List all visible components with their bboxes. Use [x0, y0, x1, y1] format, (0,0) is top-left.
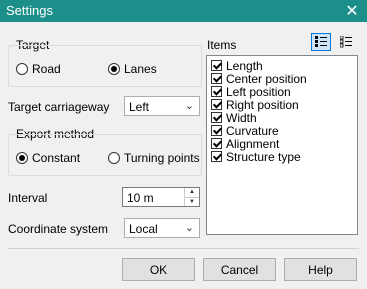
item-left-position[interactable]: Left position [207, 84, 357, 99]
target-carriageway-label: Target carriageway [8, 100, 110, 114]
items-label: Items [207, 38, 237, 52]
checkbox [211, 60, 222, 71]
item-curvature[interactable]: Curvature [207, 123, 357, 138]
select-value: Left [129, 100, 150, 114]
radio-circle [108, 152, 120, 164]
radio-label: Turning points [124, 151, 200, 165]
title-bar: Settings ✕ [0, 0, 367, 22]
item-label: Right position [226, 97, 299, 112]
checkbox [211, 112, 222, 123]
radio-circle-checked [108, 63, 120, 75]
items-list: Length Center position Left position Rig… [206, 55, 358, 235]
radio-circle [16, 63, 28, 75]
check-all-button[interactable] [311, 33, 331, 51]
settings-dialog: Settings ✕ Target Road Lanes Target carr… [0, 0, 367, 289]
interval-value: 10 m [127, 191, 154, 205]
ok-button[interactable]: OK [122, 258, 195, 281]
item-right-position[interactable]: Right position [207, 97, 357, 112]
check-all-icon [315, 36, 327, 47]
help-button[interactable]: Help [284, 258, 357, 281]
checkbox [211, 86, 222, 97]
item-label: Center position [226, 71, 307, 86]
radio-label: Road [32, 62, 61, 76]
checkbox [211, 125, 222, 136]
uncheck-all-icon [340, 36, 352, 48]
divider [8, 248, 359, 249]
window-title: Settings [6, 3, 53, 18]
interval-label: Interval [8, 191, 48, 205]
radio-circle-checked [16, 152, 28, 164]
item-label: Structure type [226, 149, 301, 164]
item-length[interactable]: Length [207, 58, 357, 73]
item-label: Left position [226, 84, 291, 99]
export-turning-points-radio[interactable]: Turning points [108, 151, 200, 165]
cancel-button[interactable]: Cancel [203, 258, 276, 281]
spin-down-icon[interactable]: ▼ [185, 198, 199, 207]
item-label: Curvature [226, 123, 279, 138]
item-width[interactable]: Width [207, 110, 357, 125]
uncheck-all-button[interactable] [336, 33, 356, 51]
target-lanes-radio[interactable]: Lanes [108, 62, 157, 76]
spin-buttons: ▲ ▼ [184, 188, 199, 206]
interval-spinbox[interactable]: 10 m ▲ ▼ [122, 187, 200, 207]
chevron-down-icon: ⌄ [184, 100, 194, 112]
item-label: Alignment [226, 136, 280, 151]
checkbox [211, 73, 222, 84]
radio-label: Lanes [124, 62, 157, 76]
radio-label: Constant [32, 151, 81, 165]
chevron-down-icon: ⌄ [184, 222, 194, 234]
select-value: Local [129, 222, 158, 236]
item-label: Width [226, 110, 257, 125]
checkbox [211, 99, 222, 110]
spin-up-icon[interactable]: ▲ [185, 188, 199, 198]
export-constant-radio[interactable]: Constant [16, 151, 80, 165]
item-structure-type[interactable]: Structure type [207, 149, 357, 164]
checkbox [211, 138, 222, 149]
target-road-radio[interactable]: Road [16, 62, 61, 76]
close-icon[interactable]: ✕ [337, 0, 367, 22]
item-label: Length [226, 58, 263, 73]
checkbox [211, 151, 222, 162]
coordinate-system-label: Coordinate system [8, 222, 109, 236]
item-center-position[interactable]: Center position [207, 71, 357, 86]
coordinate-system-select[interactable]: Local ⌄ [124, 218, 200, 238]
item-alignment[interactable]: Alignment [207, 136, 357, 151]
target-carriageway-select[interactable]: Left ⌄ [124, 96, 200, 116]
